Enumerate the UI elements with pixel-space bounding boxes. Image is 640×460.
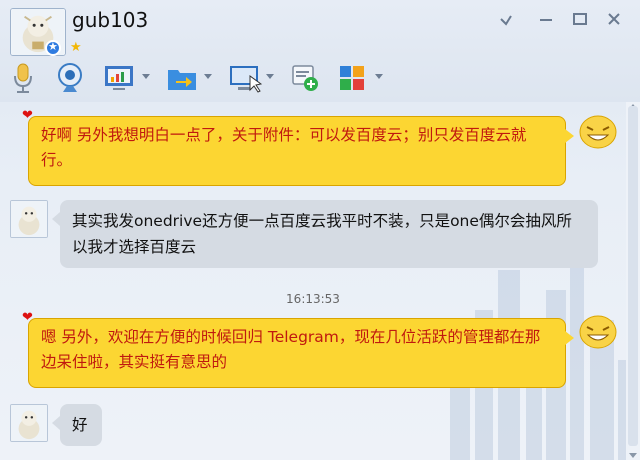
contact-small-avatar[interactable] bbox=[10, 200, 48, 238]
monitor-cursor-icon[interactable] bbox=[228, 62, 262, 94]
message-text: 好啊 另外我想明白一点了，关于附件：可以发百度云；别只发百度云就行。 bbox=[41, 126, 527, 169]
apps-menu-icon[interactable] bbox=[375, 74, 383, 79]
contact-message-bubble[interactable]: 其实我发onedrive还方便一点百度云我平时不装，只是one偶尔会抽风所以我才… bbox=[52, 200, 598, 268]
microphone-icon[interactable] bbox=[10, 62, 36, 94]
scrollbar[interactable] bbox=[626, 102, 640, 460]
close-icon[interactable] bbox=[603, 10, 625, 30]
scroll-down-icon[interactable] bbox=[629, 453, 637, 458]
presence-badge-icon bbox=[45, 40, 61, 56]
webcam-icon[interactable] bbox=[55, 62, 85, 94]
folder-arrow-icon[interactable] bbox=[166, 62, 198, 94]
minimize-icon[interactable] bbox=[535, 10, 557, 30]
toolbar bbox=[0, 62, 420, 96]
apps-grid-icon[interactable] bbox=[338, 62, 366, 94]
remote-assist-menu-icon[interactable] bbox=[142, 74, 150, 79]
my-avatar[interactable] bbox=[578, 314, 618, 350]
my-avatar[interactable] bbox=[578, 114, 618, 150]
contact-name[interactable]: gub103 bbox=[72, 8, 148, 32]
message-timestamp: 16:13:53 bbox=[286, 292, 340, 306]
contact-small-avatar[interactable] bbox=[10, 404, 48, 442]
message-list[interactable]: ❤ 好啊 另外我想明白一点了，关于附件：可以发百度云；别只发百度云就行。 其实我… bbox=[0, 102, 640, 460]
message-text: 嗯 另外，欢迎在方便的时候回归 Telegram，现在几位活跃的管理都在那边呆住… bbox=[41, 328, 541, 371]
contact-message-bubble[interactable]: 好 bbox=[52, 404, 102, 446]
file-transfer-menu-icon[interactable] bbox=[204, 74, 212, 79]
screen-share-menu-icon[interactable] bbox=[266, 74, 274, 79]
my-message-bubble[interactable]: 好啊 另外我想明白一点了，关于附件：可以发百度云；别只发百度云就行。 bbox=[28, 116, 574, 186]
maximize-icon[interactable] bbox=[569, 10, 591, 30]
level-star-icon: ★ bbox=[70, 40, 82, 55]
message-text: 其实我发onedrive还方便一点百度云我平时不装，只是one偶尔会抽风所以我才… bbox=[72, 212, 572, 256]
presentation-chart-icon[interactable] bbox=[103, 62, 135, 94]
message-text: 好 bbox=[72, 416, 88, 434]
chat-header: gub103 ★ bbox=[0, 0, 640, 102]
my-message-bubble[interactable]: 嗯 另外，欢迎在方便的时候回归 Telegram，现在几位活跃的管理都在那边呆住… bbox=[28, 318, 574, 388]
chat-add-icon[interactable] bbox=[290, 62, 320, 94]
skin-icon[interactable] bbox=[495, 10, 517, 30]
scroll-thumb[interactable] bbox=[628, 106, 638, 446]
